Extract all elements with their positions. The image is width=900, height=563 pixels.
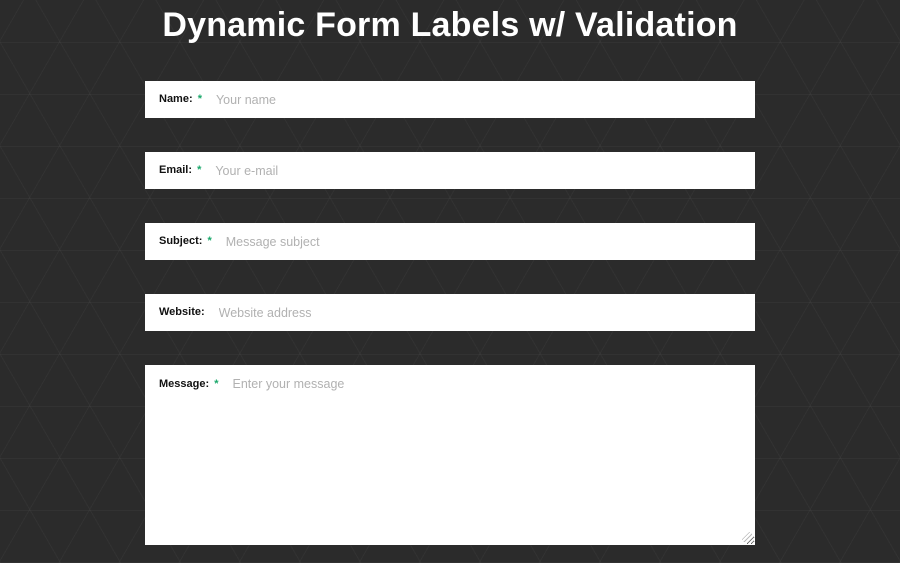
website-field-row: Website: bbox=[145, 294, 755, 331]
email-input[interactable] bbox=[205, 152, 755, 189]
name-label-text: Name: bbox=[159, 93, 193, 105]
name-input[interactable] bbox=[206, 81, 755, 118]
message-field-row: Message: * bbox=[145, 365, 755, 545]
email-label-text: Email: bbox=[159, 164, 192, 176]
subject-input[interactable] bbox=[216, 223, 755, 260]
subject-field-row: Subject: * bbox=[145, 223, 755, 260]
page-container: Dynamic Form Labels w/ Validation Name: … bbox=[0, 0, 900, 545]
website-label: Website: bbox=[145, 307, 209, 318]
name-label: Name: * bbox=[145, 94, 206, 105]
contact-form: Name: * Email: * Subject: * Website: bbox=[145, 81, 755, 545]
required-mark: * bbox=[197, 164, 201, 176]
page-title: Dynamic Form Labels w/ Validation bbox=[0, 6, 900, 45]
email-label: Email: * bbox=[145, 165, 205, 176]
required-mark: * bbox=[198, 93, 202, 105]
name-field-row: Name: * bbox=[145, 81, 755, 118]
message-label-text: Message: bbox=[159, 378, 209, 390]
subject-label-text: Subject: bbox=[159, 235, 202, 247]
subject-label: Subject: * bbox=[145, 236, 216, 247]
required-mark: * bbox=[207, 235, 211, 247]
website-label-text: Website: bbox=[159, 306, 205, 318]
required-mark: * bbox=[214, 378, 218, 390]
message-input[interactable] bbox=[222, 365, 755, 545]
website-input[interactable] bbox=[209, 294, 755, 331]
message-label: Message: * bbox=[145, 365, 222, 390]
email-field-row: Email: * bbox=[145, 152, 755, 189]
